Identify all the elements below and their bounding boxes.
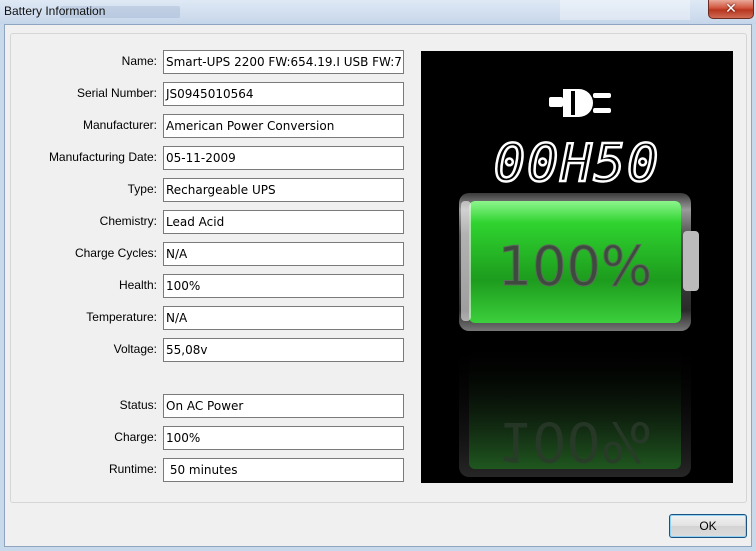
field-row-name: Name: Smart-UPS 2200 FW:654.19.I USB FW:… xyxy=(11,50,411,74)
manufacturing-date-field[interactable]: 05-11-2009 xyxy=(163,146,404,170)
charge-field[interactable]: 100% xyxy=(163,426,404,450)
health-field[interactable]: 100% xyxy=(163,274,404,298)
field-row-serial-number: Serial Number: JS0945010564 xyxy=(11,82,411,106)
close-button[interactable]: ✕ xyxy=(708,0,754,19)
field-row-manufacturing-date: Manufacturing Date: 05-11-2009 xyxy=(11,146,411,170)
field-row-voltage: Voltage: 55,08v xyxy=(11,338,411,362)
dialog-body: Name: Smart-UPS 2200 FW:654.19.I USB FW:… xyxy=(4,24,752,547)
name-field[interactable]: Smart-UPS 2200 FW:654.19.I USB FW:7.4 xyxy=(163,50,404,74)
field-label: Manufacturer: xyxy=(82,118,157,132)
power-plug-icon xyxy=(549,89,611,117)
field-label: Serial Number: xyxy=(76,86,157,100)
type-field[interactable]: Rechargeable UPS xyxy=(163,178,404,202)
field-label: Manufacturing Date: xyxy=(48,150,157,164)
field-row-chemistry: Chemistry: Lead Acid xyxy=(11,210,411,234)
voltage-field[interactable]: 55,08v xyxy=(163,338,404,362)
field-row-runtime: Runtime: 50 minutes xyxy=(11,458,411,482)
field-label: Name: xyxy=(121,54,157,68)
battery-graphic-svg: 00H50 100% 100% xyxy=(459,89,699,477)
field-label: Chemistry: xyxy=(99,214,157,228)
chemistry-field[interactable]: Lead Acid xyxy=(163,210,404,234)
field-label: Temperature: xyxy=(86,310,157,324)
field-label: Voltage: xyxy=(113,342,157,356)
close-icon: ✕ xyxy=(725,1,737,17)
field-label: Runtime: xyxy=(108,462,157,476)
field-label: Charge: xyxy=(114,430,157,444)
ok-button[interactable]: OK xyxy=(669,514,747,538)
title-bar: Battery Information xyxy=(0,0,756,24)
runtime-readout: 00H50 xyxy=(494,134,661,194)
field-label: Health: xyxy=(118,278,157,292)
temperature-field[interactable]: N/A xyxy=(163,306,404,330)
field-label: Charge Cycles: xyxy=(74,246,157,260)
field-row-manufacturer: Manufacturer: American Power Conversion xyxy=(11,114,411,138)
serial-number-field[interactable]: JS0945010564 xyxy=(163,82,404,106)
battery-percent-label: 100% xyxy=(498,235,652,298)
field-row-type: Type: Rechargeable UPS xyxy=(11,178,411,202)
battery-percent-reflection: 100% xyxy=(498,410,652,473)
charge-cycles-field[interactable]: N/A xyxy=(163,242,404,266)
status-field[interactable]: On AC Power xyxy=(163,394,404,418)
battery-graphic: 00H50 100% 100% xyxy=(421,51,733,483)
field-row-charge-cycles: Charge Cycles: N/A xyxy=(11,242,411,266)
field-row-status: Status: On AC Power xyxy=(11,394,411,418)
field-row-temperature: Temperature: N/A xyxy=(11,306,411,330)
field-label: Type: xyxy=(127,182,157,196)
window-title: Battery Information xyxy=(4,4,106,18)
field-label: Status: xyxy=(119,398,157,412)
battery-info-group: Name: Smart-UPS 2200 FW:654.19.I USB FW:… xyxy=(10,33,747,503)
manufacturer-field[interactable]: American Power Conversion xyxy=(163,114,404,138)
field-row-health: Health: 100% xyxy=(11,274,411,298)
runtime-field[interactable]: 50 minutes xyxy=(163,458,404,482)
field-row-charge: Charge: 100% xyxy=(11,426,411,450)
background-window-ghost xyxy=(560,0,690,20)
